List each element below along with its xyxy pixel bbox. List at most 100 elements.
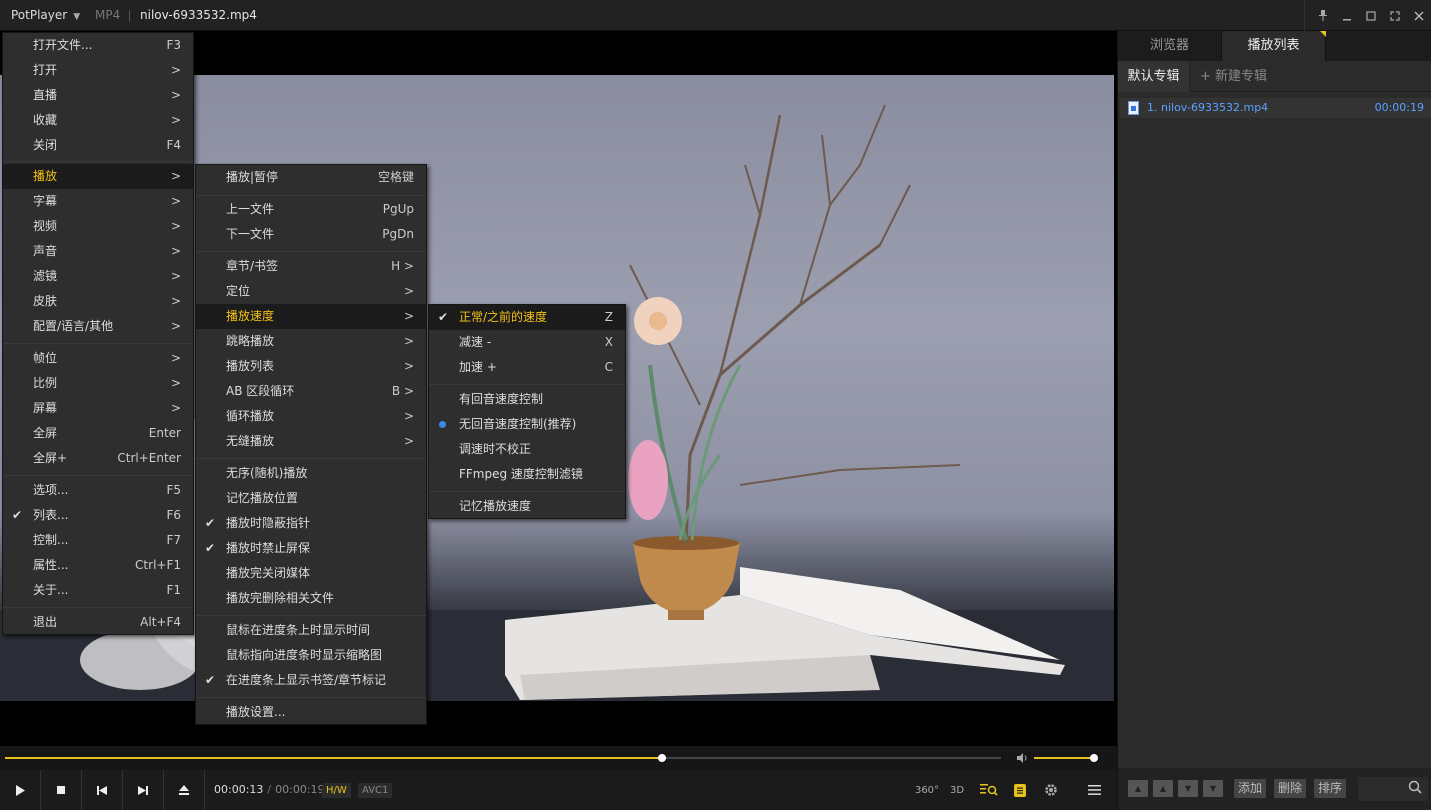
playMenu-item-2[interactable]: 下一文件 PgDn bbox=[196, 222, 426, 247]
playMenu-item-0[interactable]: 播放|暂停 空格键 bbox=[196, 165, 426, 190]
mainMenu-item-15[interactable]: 全屏 Enter bbox=[3, 421, 193, 446]
playMenu-item-11[interactable]: 无序(随机)播放 bbox=[196, 461, 426, 486]
playMenu-item-8[interactable]: AB 区段循环 B > bbox=[196, 379, 426, 404]
previous-button[interactable] bbox=[82, 770, 123, 810]
close-icon[interactable] bbox=[1407, 0, 1431, 31]
hw-decoder-badge[interactable]: H/W bbox=[322, 783, 351, 798]
speedMenu-item-0[interactable]: ✔ 正常/之前的速度 Z bbox=[429, 305, 625, 330]
stop-button[interactable] bbox=[41, 770, 82, 810]
move-bottom-button[interactable]: ▼ bbox=[1203, 780, 1223, 797]
playMenu-item-6[interactable]: 跳略播放 > bbox=[196, 329, 426, 354]
playlist-search[interactable] bbox=[1358, 777, 1428, 801]
playMenu-item-17[interactable]: 鼠标在进度条上时显示时间 bbox=[196, 618, 426, 643]
album-default[interactable]: 默认专辑 bbox=[1118, 61, 1190, 92]
mainMenu-item-2[interactable]: 直播 > bbox=[3, 83, 193, 108]
speedMenu-item-6[interactable]: FFmpeg 速度控制滤镜 bbox=[429, 462, 625, 487]
playMenu-item-16[interactable]: 播放完删除相关文件 bbox=[196, 586, 426, 611]
playMenu-item-9[interactable]: 循环播放 > bbox=[196, 404, 426, 429]
mainMenu-item-16[interactable]: 全屏+ Ctrl+Enter bbox=[3, 446, 193, 471]
mainMenu-item-21[interactable]: 关于... F1 bbox=[3, 578, 193, 603]
menu-item-shortcut: > bbox=[403, 434, 414, 448]
new-album-button[interactable]: + 新建专辑 bbox=[1200, 61, 1267, 92]
fullscreen-icon[interactable] bbox=[1383, 0, 1407, 31]
minimize-icon[interactable] bbox=[1335, 0, 1359, 31]
speedMenu-item-5[interactable]: 调速时不校正 bbox=[429, 437, 625, 462]
mainMenu-item-7[interactable]: 视频 > bbox=[3, 214, 193, 239]
playMenu-item-12[interactable]: 记忆播放位置 bbox=[196, 486, 426, 511]
playMenu-item-10[interactable]: 无缝播放 > bbox=[196, 429, 426, 454]
play-button[interactable] bbox=[0, 770, 41, 810]
seek-bar-handle[interactable] bbox=[658, 754, 667, 762]
volume-slider[interactable] bbox=[1034, 754, 1099, 762]
menu-item-shortcut: PgUp bbox=[382, 202, 414, 216]
mainMenu-item-8[interactable]: 声音 > bbox=[3, 239, 193, 264]
menu-item-shortcut: Alt+F4 bbox=[140, 615, 181, 629]
move-top-button[interactable]: ▲ bbox=[1128, 780, 1148, 797]
tab-playlist[interactable]: 播放列表 bbox=[1222, 31, 1326, 61]
speedMenu-item-2[interactable]: 加速 + C bbox=[429, 355, 625, 380]
playMenu-item-7[interactable]: 播放列表 > bbox=[196, 354, 426, 379]
menu-item-label: 属性... bbox=[33, 558, 69, 572]
playlist-search-button[interactable] bbox=[974, 770, 1004, 810]
main-context-menu: 打开文件... F3 打开 > 直播 > 收藏 > 关闭 F4 播放 > 字幕 > 视频 > 声音 > 滤镜 > 皮肤 >… bbox=[2, 32, 194, 635]
mainMenu-item-19[interactable]: 控制... F7 bbox=[3, 528, 193, 553]
speedMenu-item-3[interactable]: 有回音速度控制 bbox=[429, 387, 625, 412]
mainMenu-item-14[interactable]: 屏幕 > bbox=[3, 396, 193, 421]
speedMenu-item-4[interactable]: 无回音速度控制(推荐) bbox=[429, 412, 625, 437]
volume-icon[interactable] bbox=[1016, 752, 1028, 764]
vr-360-button[interactable]: 360° bbox=[912, 770, 942, 810]
playlist-toggle-button[interactable] bbox=[1005, 770, 1035, 810]
pin-icon[interactable] bbox=[1311, 0, 1335, 31]
eject-icon bbox=[179, 785, 189, 795]
maximize-icon[interactable] bbox=[1359, 0, 1383, 31]
mainMenu-item-5[interactable]: 播放 > bbox=[3, 164, 193, 189]
playMenu-item-1[interactable]: 上一文件 PgUp bbox=[196, 197, 426, 222]
playMenu-item-18[interactable]: 鼠标指向进度条时显示缩略图 bbox=[196, 643, 426, 668]
playMenu-item-14[interactable]: ✔ 播放时禁止屏保 bbox=[196, 536, 426, 561]
mainMenu-item-17[interactable]: 选项... F5 bbox=[3, 478, 193, 503]
playMenu-item-13[interactable]: ✔ 播放时隐蔽指针 bbox=[196, 511, 426, 536]
playMenu-item-4[interactable]: 定位 > bbox=[196, 279, 426, 304]
move-top-icon: ▲ bbox=[1134, 784, 1142, 793]
menu-item-label: 无序(随机)播放 bbox=[226, 466, 308, 480]
speedMenu-item-7[interactable]: 记忆播放速度 bbox=[429, 494, 625, 519]
app-menu-button[interactable]: PotPlayer ▼ bbox=[0, 0, 80, 31]
sort-button[interactable]: 排序 bbox=[1314, 779, 1347, 798]
mainMenu-item-11[interactable]: 配置/语言/其他 > bbox=[3, 314, 193, 339]
playMenu-item-15[interactable]: 播放完关闭媒体 bbox=[196, 561, 426, 586]
playMenu-item-19[interactable]: ✔ 在进度条上显示书签/章节标记 bbox=[196, 668, 426, 693]
codec-badge[interactable]: AVC1 bbox=[358, 783, 393, 798]
move-down-button[interactable]: ▼ bbox=[1178, 780, 1198, 797]
speedMenu-item-1[interactable]: 减速 - X bbox=[429, 330, 625, 355]
move-up-button[interactable]: ▲ bbox=[1153, 780, 1173, 797]
mainMenu-item-3[interactable]: 收藏 > bbox=[3, 108, 193, 133]
mainMenu-item-1[interactable]: 打开 > bbox=[3, 58, 193, 83]
mainMenu-item-13[interactable]: 比例 > bbox=[3, 371, 193, 396]
mainMenu-item-20[interactable]: 属性... Ctrl+F1 bbox=[3, 553, 193, 578]
main-menu-button[interactable] bbox=[1079, 770, 1109, 810]
playlist-item[interactable]: 1. nilov-6933532.mp4 00:00:19 bbox=[1120, 98, 1431, 118]
menu-item-label: 直播 bbox=[33, 88, 58, 102]
delete-button[interactable]: 删除 bbox=[1274, 779, 1307, 798]
seek-bar[interactable] bbox=[5, 754, 1001, 762]
mainMenu-item-4[interactable]: 关闭 F4 bbox=[3, 133, 193, 158]
mainMenu-item-0[interactable]: 打开文件... F3 bbox=[3, 33, 193, 58]
volume-handle[interactable] bbox=[1090, 754, 1099, 762]
add-button[interactable]: 添加 bbox=[1234, 779, 1267, 798]
tab-browser[interactable]: 浏览器 bbox=[1118, 31, 1222, 61]
mainMenu-item-10[interactable]: 皮肤 > bbox=[3, 289, 193, 314]
menu-item-shortcut: > bbox=[170, 319, 181, 333]
playMenu-item-5[interactable]: 播放速度 > bbox=[196, 304, 426, 329]
mainMenu-item-22[interactable]: 退出 Alt+F4 bbox=[3, 610, 193, 635]
playMenu-item-3[interactable]: 章节/书签 H > bbox=[196, 254, 426, 279]
playMenu-item-20[interactable]: 播放设置... bbox=[196, 700, 426, 725]
eject-button[interactable] bbox=[164, 770, 205, 810]
mainMenu-item-9[interactable]: 滤镜 > bbox=[3, 264, 193, 289]
3d-button[interactable]: 3D bbox=[942, 770, 972, 810]
mainMenu-item-18[interactable]: ✔ 列表... F6 bbox=[3, 503, 193, 528]
next-button[interactable] bbox=[123, 770, 164, 810]
mainMenu-item-12[interactable]: 帧位 > bbox=[3, 346, 193, 371]
mainMenu-item-6[interactable]: 字幕 > bbox=[3, 189, 193, 214]
settings-button[interactable] bbox=[1036, 770, 1066, 810]
time-separator: / bbox=[267, 783, 272, 796]
